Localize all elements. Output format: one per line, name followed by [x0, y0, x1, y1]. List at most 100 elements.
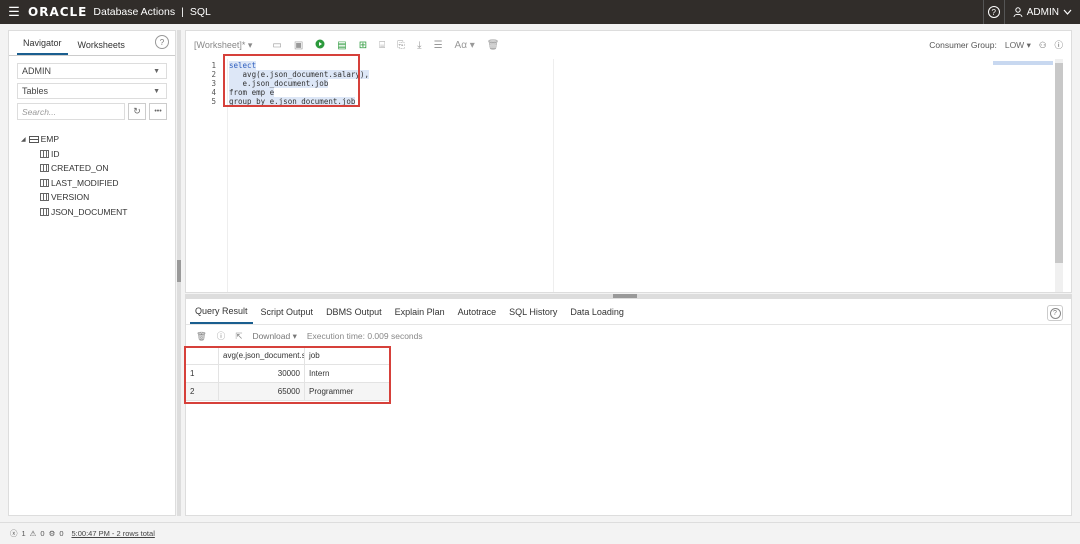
- warning-icon[interactable]: ⚠: [30, 529, 37, 538]
- column-icon: [40, 207, 49, 216]
- tab-query-result[interactable]: Query Result: [190, 300, 253, 324]
- table-name: EMP: [40, 134, 60, 145]
- result-highlight-box: [184, 346, 391, 404]
- download-icon[interactable]: ⤓: [417, 40, 421, 51]
- save-icon[interactable]: ▣: [294, 40, 303, 51]
- navigator-tabs: Navigator Worksheets: [17, 33, 167, 55]
- tree-node-column[interactable]: CREATED_ON: [9, 161, 175, 176]
- hamburger-menu-icon[interactable]: ☰: [0, 4, 28, 20]
- navigator-divider: [9, 55, 175, 56]
- consumer-group-label: Consumer Group:: [929, 40, 997, 50]
- results-toolbar: 🗑 ⓘ ⇱ Download ▾ Execution time: 0.009 s…: [186, 325, 1071, 347]
- section-title: SQL: [189, 6, 211, 18]
- help-button[interactable]: ?: [982, 0, 1005, 24]
- navigator-panel: Navigator Worksheets ? ADMIN ▼ Tables ▼ …: [8, 30, 176, 516]
- autotrace-icon[interactable]: ⌸: [379, 40, 385, 51]
- run-statement-icon[interactable]: [315, 39, 325, 52]
- binoculars-icon[interactable]: ⚇: [1039, 40, 1047, 51]
- worksheet-selector[interactable]: [Worksheet]* ▾: [194, 40, 252, 51]
- column-name: JSON_DOCUMENT: [51, 206, 128, 217]
- explain-plan-icon[interactable]: ⊞: [359, 40, 367, 51]
- warning-count: 0: [40, 529, 45, 538]
- tree-node-table[interactable]: ◢ EMP: [9, 132, 175, 147]
- error-count: 1: [21, 529, 26, 538]
- status-bar: ⓧ 1 ⚠ 0 ⚙ 0 5:00:47 PM - 2 rows total: [0, 522, 1080, 544]
- schema-select[interactable]: ADMIN ▼: [17, 63, 167, 79]
- results-help-button[interactable]: ?: [1047, 305, 1063, 321]
- info-icon[interactable]: ⓘ: [217, 330, 226, 342]
- search-row: Search... ↻ •••: [17, 103, 167, 120]
- column-name: VERSION: [51, 192, 90, 203]
- worksheet-editor: [Worksheet]* ▾ ▭ ▣ ▤ ⊞ ⌸ ⎘ ⤓ ☰ Aα ▾ 🗑 Co…: [185, 30, 1072, 293]
- consumer-group-value: LOW: [1004, 39, 1025, 50]
- scrollbar-thumb[interactable]: [1055, 63, 1063, 263]
- format-icon[interactable]: ⎘: [397, 40, 405, 51]
- column-icon: [40, 193, 49, 202]
- tab-autotrace[interactable]: Autotrace: [453, 301, 502, 323]
- code-highlight-box: [223, 54, 360, 107]
- run-script-icon[interactable]: ▤: [337, 40, 346, 51]
- column-icon: [40, 178, 49, 187]
- chevron-down-icon: [1063, 9, 1072, 15]
- open-external-icon[interactable]: ⇱: [235, 331, 242, 342]
- task-count: 0: [59, 529, 64, 538]
- execution-time: Execution time: 0.009 seconds: [306, 331, 423, 341]
- tab-dbms-output[interactable]: DBMS Output: [321, 301, 387, 323]
- editor-pane-divider: [553, 59, 554, 292]
- navigator-help-icon[interactable]: ?: [155, 35, 169, 49]
- open-folder-icon[interactable]: ▭: [272, 40, 281, 51]
- app-title: Database Actions: [93, 6, 176, 18]
- error-icon[interactable]: ⓧ: [10, 528, 18, 539]
- code-area[interactable]: 1 2 3 4 5 select avg(e.json_document.sal…: [186, 54, 1071, 292]
- column-name: LAST_MODIFIED: [51, 177, 119, 188]
- top-bar: ☰ ORACLE Database Actions | SQL ? ADMIN: [0, 0, 1080, 24]
- refresh-button[interactable]: ↻: [128, 103, 146, 120]
- tab-script-output[interactable]: Script Output: [256, 301, 319, 323]
- tree-node-column[interactable]: VERSION: [9, 190, 175, 205]
- user-menu[interactable]: ADMIN: [1005, 7, 1080, 18]
- editor-help-icon[interactable]: ⓘ: [1054, 39, 1063, 51]
- font-size-label: Aα: [454, 39, 467, 51]
- caret-down-icon: ▼: [153, 67, 160, 75]
- tree-node-column[interactable]: JSON_DOCUMENT: [9, 205, 175, 220]
- object-tree: ◢ EMP ID CREATED_ON LAST_MODIFIED VERSIO…: [9, 132, 175, 219]
- line-number: 2: [211, 70, 216, 79]
- oracle-logo: ORACLE: [28, 5, 88, 19]
- editor-scrollbar[interactable]: [1055, 59, 1063, 292]
- tab-data-loading[interactable]: Data Loading: [565, 301, 629, 323]
- line-number: 4: [211, 88, 216, 97]
- tree-node-column[interactable]: ID: [9, 147, 175, 162]
- schema-select-value: ADMIN: [22, 66, 51, 76]
- tab-explain-plan[interactable]: Explain Plan: [390, 301, 450, 323]
- expand-triangle-icon[interactable]: ◢: [21, 136, 26, 143]
- download-dropdown[interactable]: Download ▾: [252, 331, 296, 342]
- column-icon: [40, 149, 49, 158]
- trash-icon[interactable]: 🗑: [196, 331, 207, 342]
- splitter-grip[interactable]: [177, 260, 181, 282]
- column-name: ID: [51, 148, 60, 159]
- user-name: ADMIN: [1026, 6, 1059, 18]
- trash-icon[interactable]: 🗑: [487, 40, 500, 51]
- font-size-icon[interactable]: Aα ▾: [455, 40, 475, 51]
- line-number: 1: [211, 61, 216, 70]
- vertical-splitter[interactable]: [177, 30, 181, 516]
- consumer-group-select[interactable]: LOW ▾: [1005, 40, 1031, 51]
- list-icon[interactable]: ☰: [434, 40, 443, 51]
- table-icon: [28, 135, 39, 143]
- minimap[interactable]: [993, 61, 1053, 65]
- tab-navigator[interactable]: Navigator: [17, 38, 68, 55]
- search-input[interactable]: Search...: [17, 103, 125, 120]
- gear-icon[interactable]: ⚙: [49, 529, 56, 538]
- help-icon: ?: [987, 6, 1000, 18]
- user-icon: [1013, 7, 1023, 17]
- results-panel: Query Result Script Output DBMS Output E…: [184, 298, 1072, 516]
- more-actions-button[interactable]: •••: [149, 103, 167, 120]
- object-type-value: Tables: [22, 86, 49, 96]
- tab-sql-history[interactable]: SQL History: [504, 301, 562, 323]
- object-type-select[interactable]: Tables ▼: [17, 83, 167, 99]
- column-name: CREATED_ON: [51, 163, 109, 174]
- results-tabs: Query Result Script Output DBMS Output E…: [186, 299, 1071, 325]
- tree-node-column[interactable]: LAST_MODIFIED: [9, 176, 175, 191]
- tab-worksheets[interactable]: Worksheets: [72, 40, 131, 55]
- status-summary-link[interactable]: 5:00:47 PM - 2 rows total: [71, 529, 154, 538]
